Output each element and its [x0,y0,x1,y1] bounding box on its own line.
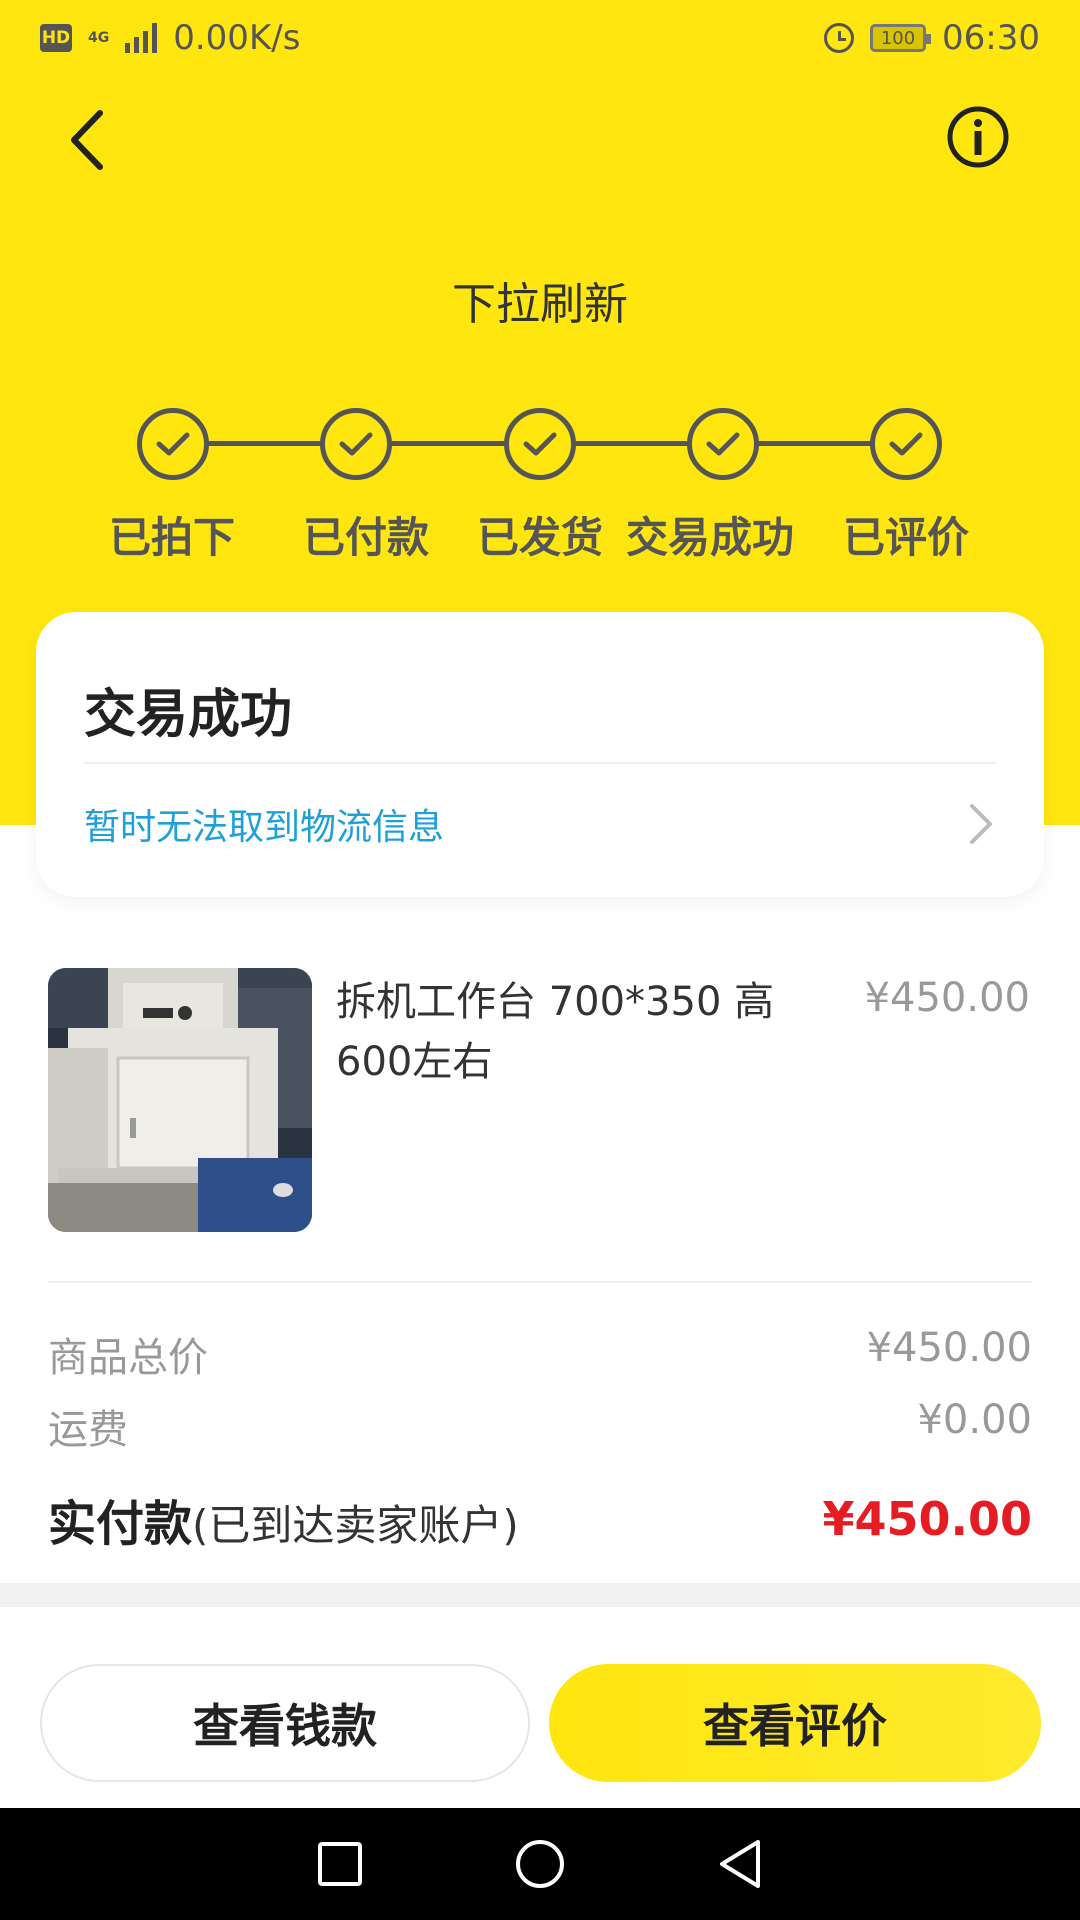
paid-total-row: 实付款(已到达卖家账户) ¥450.00 [48,1484,1032,1554]
shipping-row: 运费 ¥0.00 [48,1397,1032,1455]
section-separator [0,1583,1080,1607]
divider [48,1281,1032,1283]
home-icon[interactable] [514,1838,566,1890]
chevron-left-icon [71,110,103,170]
shipping-label: 运费 [48,1407,128,1453]
goods-total-row: 商品总价 ¥450.00 [48,1325,1032,1383]
product-image[interactable] [48,968,312,1232]
info-button[interactable] [945,104,1011,170]
signal-icon [125,23,158,53]
shipping-value: ¥0.00 [917,1397,1032,1443]
clock: 06:30 [942,18,1040,58]
network-type: 4G [88,30,110,46]
network-speed: 0.00K/s [173,18,301,58]
info-icon [947,106,1009,168]
step-label: 已拍下 [108,513,235,562]
order-status-card: 交易成功 暂时无法取到物流信息 [36,612,1044,897]
status-right: 100 06:30 [824,18,1040,58]
view-review-button[interactable]: 查看评价 [549,1664,1041,1782]
paid-label-group: 实付款(已到达卖家账户) [48,1484,519,1554]
step-check-icon [504,408,576,480]
alarm-icon [824,23,855,53]
logistics-row[interactable]: 暂时无法取到物流信息 [84,764,996,884]
product-price: ¥450.00 [864,975,1030,1021]
view-money-button[interactable]: 查看钱款 [40,1664,530,1782]
back-nav-icon[interactable] [716,1838,764,1890]
status-bar: HD 4G 0.00K/s 100 06:30 [0,0,1080,76]
hd-icon: HD [40,24,72,52]
step-check-icon [687,408,759,480]
step-check-icon [870,408,942,480]
status-left: HD 4G 0.00K/s [40,18,300,58]
system-nav-bar [0,1808,1080,1920]
step-label: 已付款 [302,513,429,562]
step-check-icon [137,408,209,480]
battery-icon: 100 [870,24,932,52]
goods-total-label: 商品总价 [48,1335,208,1381]
step-label: 已评价 [842,513,969,562]
logistics-info: 暂时无法取到物流信息 [84,807,445,848]
step-check-icon [320,408,392,480]
back-button[interactable] [60,105,120,175]
pull-to-refresh-hint: 下拉刷新 [452,279,628,330]
chevron-right-icon [970,804,992,844]
order-status-title: 交易成功 [84,685,293,745]
paid-label: 实付款 [48,1496,193,1552]
product-title[interactable]: 拆机工作台 700*350 高600左右 [336,972,796,1092]
paid-note: (已到达卖家账户) [192,1501,519,1550]
goods-total-value: ¥450.00 [866,1325,1032,1371]
step-label: 交易成功 [625,513,794,562]
recents-icon[interactable] [316,1840,364,1888]
paid-value: ¥450.00 [822,1492,1032,1546]
